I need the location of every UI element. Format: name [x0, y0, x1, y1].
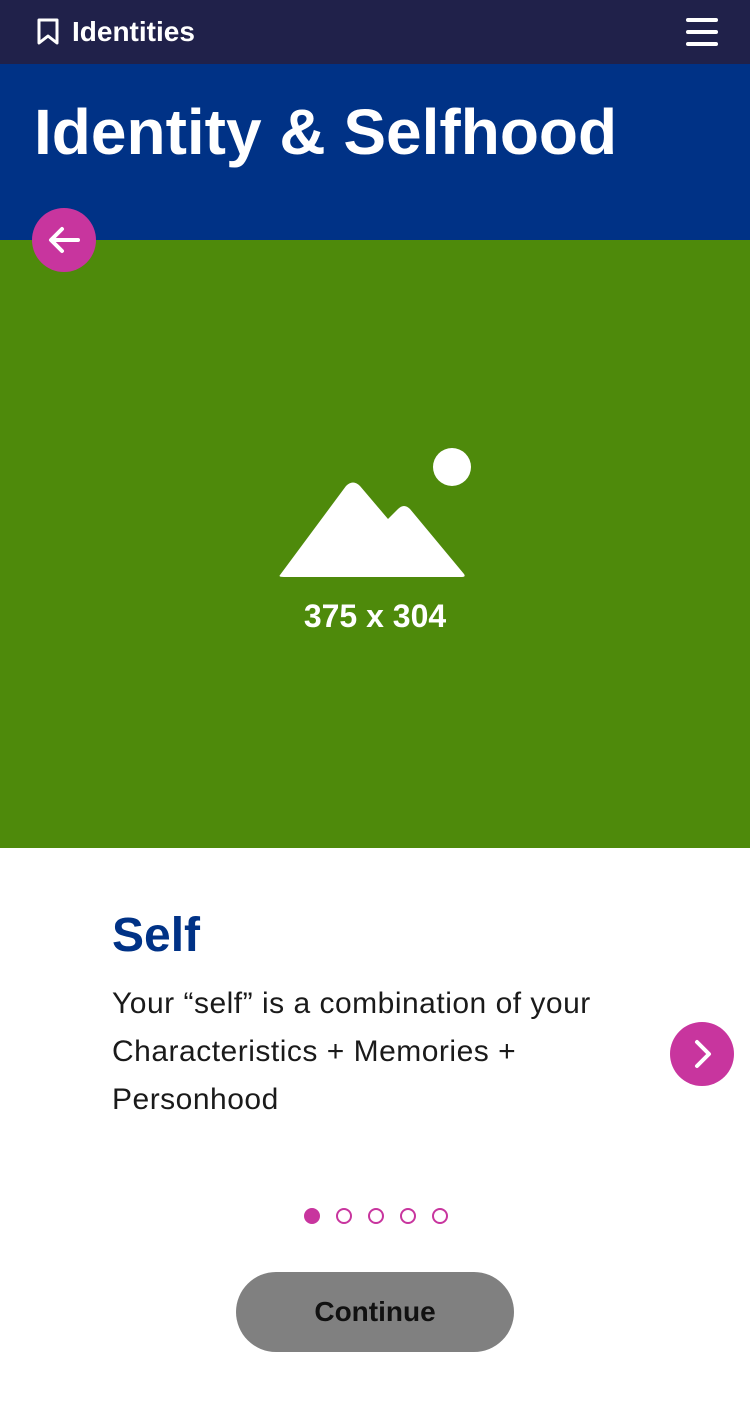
placeholder-size-label: 375 x 304: [303, 598, 447, 634]
pager-dot[interactable]: [304, 1208, 320, 1224]
page-title: Identity & Selfhood: [34, 96, 618, 168]
hamburger-menu-icon[interactable]: [686, 16, 720, 48]
continue-button[interactable]: Continue: [236, 1272, 514, 1352]
back-button[interactable]: [32, 208, 96, 272]
arrow-left-icon: [49, 227, 80, 253]
hero-image-placeholder: 375 x 304: [0, 240, 750, 848]
app-title: Identities: [72, 16, 195, 47]
chevron-right-icon: [695, 1040, 711, 1068]
pager-dot[interactable]: [432, 1208, 448, 1224]
top-bar: Identities: [0, 0, 750, 64]
card-title: Self: [112, 909, 201, 962]
card-body: Your “self” is a combination of your Cha…: [112, 987, 591, 1116]
slide-pager: [0, 1206, 750, 1226]
next-slide-button[interactable]: [670, 1022, 734, 1086]
image-placeholder-icon: [278, 446, 474, 578]
pager-dot[interactable]: [400, 1208, 416, 1224]
pager-dot[interactable]: [336, 1208, 352, 1224]
bookmark-icon[interactable]: [36, 18, 60, 46]
page-header: Identity & Selfhood: [0, 64, 750, 240]
pager-dot[interactable]: [368, 1208, 384, 1224]
